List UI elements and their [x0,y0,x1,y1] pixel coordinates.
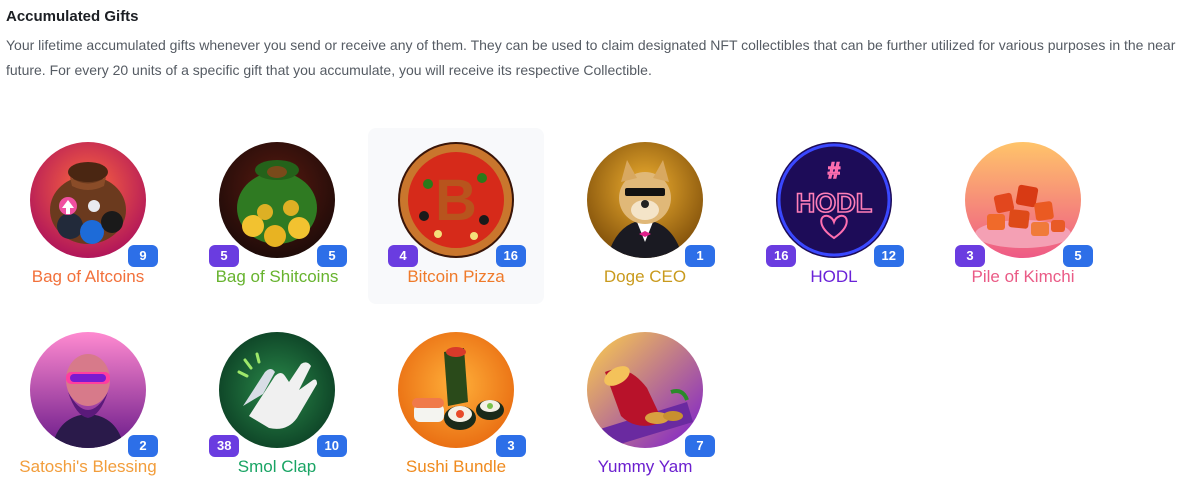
received-count-badge: 16 [766,245,797,267]
sent-count-badge: 3 [496,435,526,457]
gift-name: Bag of Shitcoins [215,267,339,286]
bitcoin-pizza-icon: B [398,142,514,258]
sent-count-badge: 9 [128,245,158,267]
sent-count-badge: 5 [1063,245,1093,267]
sent-count-badge: 5 [317,245,347,267]
gift-name: Bitcoin Pizza [407,267,505,286]
sent-count-badge: 2 [128,435,158,457]
received-count-badge: 3 [955,245,985,267]
section-description: Your lifetime accumulated gifts whenever… [6,37,1176,78]
gifts-grid: 9 Bag of Altcoins 5 5 Bag of Shitcoins B… [0,128,1184,488]
gift-card-hodl[interactable]: # HODL 16 12 HODL [746,128,922,304]
received-count-badge: 38 [209,435,240,457]
section-title: Accumulated Gifts [6,8,139,25]
pile-of-kimchi-icon [965,142,1081,258]
svg-text:HODL: HODL [796,188,873,218]
bag-of-shitcoins-icon [219,142,335,258]
gift-card-sushi-bundle[interactable]: 3 Sushi Bundle [368,318,544,488]
received-count-badge: 4 [388,245,418,267]
yummy-yam-icon [587,332,703,448]
gift-card-smol-clap[interactable]: 38 10 Smol Clap [189,318,365,488]
gift-name: Doge CEO [603,267,687,286]
doge-ceo-icon [587,142,703,258]
gift-card-pile-of-kimchi[interactable]: 3 5 Pile of Kimchi [935,128,1111,304]
hodl-neon-icon: # HODL [776,142,892,258]
gift-card-yummy-yam[interactable]: 7 Yummy Yam [557,318,733,488]
sushi-bundle-icon [398,332,514,448]
svg-text:B: B [435,168,477,233]
bag-of-altcoins-icon [30,142,146,258]
gift-card-satoshis-blessing[interactable]: 2 Satoshi's Blessing [0,318,176,488]
satoshis-blessing-icon [30,332,146,448]
gift-card-bag-of-shitcoins[interactable]: 5 5 Bag of Shitcoins [189,128,365,304]
sent-count-badge: 1 [685,245,715,267]
smol-clap-icon [219,332,335,448]
sent-count-badge: 7 [685,435,715,457]
gift-name: Pile of Kimchi [971,267,1075,286]
sent-count-badge: 16 [495,245,526,267]
gift-name: HODL [810,267,858,286]
received-count-badge: 5 [209,245,239,267]
gift-card-doge-ceo[interactable]: 1 Doge CEO [557,128,733,304]
gift-name: Bag of Altcoins [31,267,145,286]
gift-name: Satoshi's Blessing [19,457,157,476]
sent-count-badge: 12 [873,245,904,267]
svg-text:#: # [828,158,840,183]
gift-name: Yummy Yam [597,457,693,476]
gift-name: Sushi Bundle [405,457,507,476]
sent-count-badge: 10 [316,435,347,457]
gift-card-bitcoin-pizza[interactable]: B 4 16 Bitcoin Pizza [368,128,544,304]
gift-card-bag-of-altcoins[interactable]: 9 Bag of Altcoins [0,128,176,304]
gift-name: Smol Clap [237,457,317,476]
